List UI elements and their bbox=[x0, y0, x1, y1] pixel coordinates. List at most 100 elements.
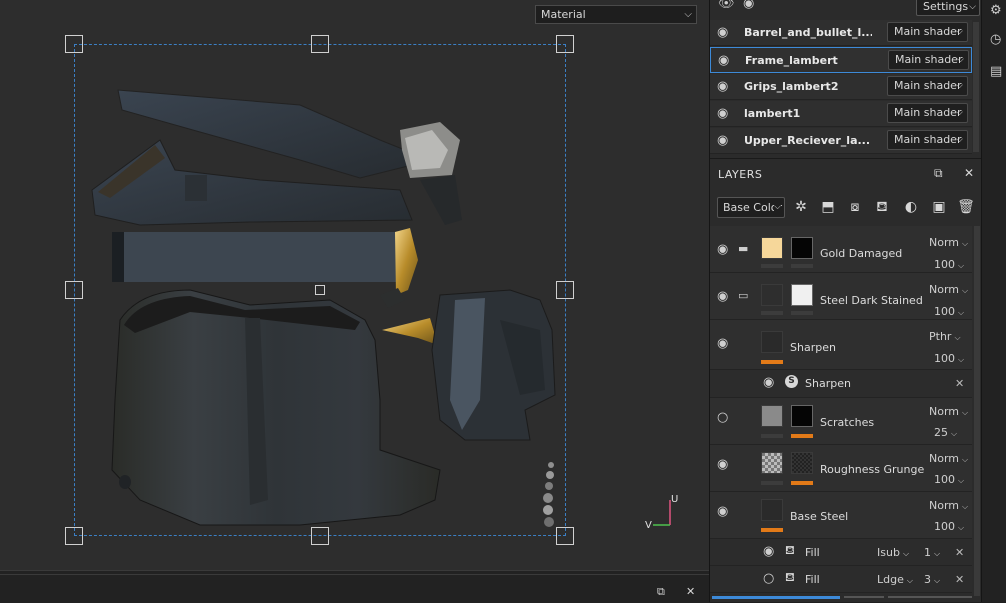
eye-icon[interactable]: ◉ bbox=[717, 242, 728, 257]
blend-mode-select[interactable]: Pthr ⌵ bbox=[929, 330, 961, 343]
mask-thumbnail[interactable] bbox=[791, 237, 813, 259]
eye-icon[interactable]: ◉ bbox=[718, 53, 729, 68]
settings-dropdown[interactable]: Settings ⌵ bbox=[916, 0, 980, 16]
transform-handle[interactable] bbox=[311, 527, 329, 545]
opacity-field[interactable]: 3 ⌵ bbox=[924, 573, 940, 586]
mask-thumbnail[interactable] bbox=[791, 452, 813, 474]
scrollbar[interactable] bbox=[974, 226, 980, 596]
scrollbar[interactable] bbox=[973, 22, 979, 152]
transform-handle[interactable] bbox=[65, 35, 83, 53]
shader-select-value: Main shader bbox=[894, 25, 962, 38]
chevron-down-icon: ⌵ bbox=[902, 549, 910, 558]
eye-icon[interactable]: ◉ bbox=[717, 289, 728, 304]
blend-mode-select[interactable]: Norm ⌵ bbox=[929, 283, 968, 296]
eye-settings-icon[interactable]: 👁 bbox=[718, 0, 735, 11]
transform-handle[interactable] bbox=[556, 527, 574, 545]
add-folder-icon[interactable]: ▣ bbox=[929, 198, 949, 216]
shader-select[interactable]: Main shader ⌵ bbox=[888, 50, 969, 70]
display-settings-icon[interactable]: ⚙ bbox=[990, 3, 1002, 18]
blend-mode-select[interactable]: Norm ⌵ bbox=[929, 236, 968, 249]
opacity-field[interactable]: 100 ⌵ bbox=[934, 305, 964, 318]
chevron-down-icon: ⌵ bbox=[958, 476, 965, 485]
eye-icon[interactable]: ◉ bbox=[743, 0, 754, 11]
blend-mode-select[interactable]: Isub ⌵ bbox=[877, 546, 909, 559]
texture-set-row[interactable]: ◉ Frame_lambert Main shader ⌵ bbox=[710, 47, 972, 73]
effect-row[interactable]: ◉ S Sharpen ✕ bbox=[710, 370, 972, 398]
eye-icon[interactable]: ◉ bbox=[717, 133, 728, 148]
close-icon[interactable]: ✕ bbox=[955, 573, 964, 586]
transform-center-handle[interactable] bbox=[315, 285, 325, 295]
mask-thumbnail[interactable] bbox=[791, 284, 813, 306]
texture-set-row[interactable]: ◉ Upper_Reciever_la... Main shader ⌵ bbox=[710, 128, 972, 154]
trash-icon[interactable]: 🗑 bbox=[956, 198, 976, 216]
shader-select[interactable]: Main shader ⌵ bbox=[887, 103, 968, 123]
effect-row[interactable]: ○ ⛾ Fill Ldge ⌵ 3 ⌵ ✕ bbox=[710, 566, 972, 593]
opacity-field[interactable]: 100 ⌵ bbox=[934, 258, 964, 271]
opacity-value: 100 bbox=[934, 305, 955, 318]
uv-viewport[interactable]: Material ⌵ U V bbox=[0, 0, 709, 570]
eye-icon[interactable]: ◉ bbox=[763, 544, 774, 559]
transform-handle[interactable] bbox=[65, 527, 83, 545]
eye-icon[interactable]: ◉ bbox=[717, 106, 728, 121]
eye-hidden-icon[interactable]: ○ bbox=[763, 571, 774, 586]
close-icon[interactable]: ✕ bbox=[686, 585, 695, 598]
thumbnail-bar bbox=[761, 360, 783, 364]
close-icon[interactable]: ✕ bbox=[955, 377, 964, 390]
blend-mode-select[interactable]: Norm ⌵ bbox=[929, 405, 968, 418]
blend-mode-select[interactable]: Norm ⌵ bbox=[929, 499, 968, 512]
transform-handle[interactable] bbox=[556, 281, 574, 299]
chevron-down-icon: ⌵ bbox=[969, 2, 976, 12]
shader-select[interactable]: Main shader ⌵ bbox=[887, 76, 968, 96]
texture-set-row[interactable]: ◉ Barrel_and_bullet_l... Main shader ⌵ bbox=[710, 20, 972, 46]
opacity-field[interactable]: 100 ⌵ bbox=[934, 473, 964, 486]
undock-icon[interactable]: ⧉ bbox=[934, 166, 943, 181]
history-icon[interactable]: ◷ bbox=[990, 32, 1001, 47]
eye-icon[interactable]: ◉ bbox=[717, 79, 728, 94]
layer-thumbnail bbox=[761, 452, 783, 474]
layer-row[interactable]: ◉ Base Steel Norm ⌵ 100 ⌵ bbox=[710, 492, 972, 539]
maximize-icon[interactable]: ⧉ bbox=[657, 585, 665, 599]
tab-indicator bbox=[888, 596, 972, 598]
channel-select[interactable]: Base Color ⌵ bbox=[717, 197, 785, 218]
add-layer-icon[interactable]: ⧇ bbox=[845, 198, 865, 216]
eye-icon[interactable]: ◉ bbox=[717, 504, 728, 519]
texture-set-row[interactable]: ◉ Grips_lambert2 Main shader ⌵ bbox=[710, 74, 972, 100]
eye-icon[interactable]: ◉ bbox=[717, 25, 728, 40]
texture-set-row[interactable]: ◉ lambert1 Main shader ⌵ bbox=[710, 101, 972, 127]
layer-row[interactable]: ○ Scratches Norm ⌵ 25 ⌵ bbox=[710, 398, 972, 445]
layer-thumbnail bbox=[761, 331, 783, 353]
thumbnail-bar bbox=[761, 481, 783, 485]
layer-row[interactable]: ◉ Roughness Grunge Norm ⌵ 100 ⌵ bbox=[710, 445, 972, 492]
shader-select[interactable]: Main shader ⌵ bbox=[887, 130, 968, 150]
layer-name: Base Steel bbox=[790, 510, 849, 523]
close-icon[interactable]: ✕ bbox=[955, 546, 964, 559]
opacity-field[interactable]: 25 ⌵ bbox=[934, 426, 957, 439]
transform-handle[interactable] bbox=[311, 35, 329, 53]
eye-icon[interactable]: ◉ bbox=[717, 457, 728, 472]
eye-icon[interactable]: ◉ bbox=[717, 336, 728, 351]
add-effect-icon[interactable]: ⬒ bbox=[818, 198, 838, 216]
eye-hidden-icon[interactable]: ○ bbox=[717, 410, 728, 425]
add-fill-layer-icon[interactable]: ⛾ bbox=[872, 198, 892, 216]
eye-icon[interactable]: ◉ bbox=[763, 375, 774, 390]
shader-select[interactable]: Main shader ⌵ bbox=[887, 22, 968, 42]
right-panel: 👁 ◉ Settings ⌵ ◉ Barrel_and_bullet_l... … bbox=[709, 0, 982, 602]
effect-row[interactable]: ◉ ⛾ Fill Isub ⌵ 1 ⌵ ✕ bbox=[710, 539, 972, 566]
opacity-field[interactable]: 1 ⌵ bbox=[924, 546, 940, 559]
close-icon[interactable]: ✕ bbox=[964, 166, 974, 180]
magic-wand-icon[interactable]: ✲ bbox=[791, 198, 811, 216]
log-icon[interactable]: ▤ bbox=[990, 64, 1002, 79]
layer-row[interactable]: ◉ ▭ Steel Dark Stained Norm ⌵ 100 ⌵ bbox=[710, 273, 972, 320]
layer-row[interactable]: ◉ ▬ Gold Damaged Norm ⌵ 100 ⌵ bbox=[710, 226, 972, 273]
blend-mode-select[interactable]: Norm ⌵ bbox=[929, 452, 968, 465]
layer-name: Sharpen bbox=[790, 341, 836, 354]
add-mask-icon[interactable]: ◐ bbox=[901, 198, 921, 216]
transform-handle[interactable] bbox=[65, 281, 83, 299]
mask-thumbnail[interactable] bbox=[791, 405, 813, 427]
blend-mode-select[interactable]: Ldge ⌵ bbox=[877, 573, 913, 586]
opacity-field[interactable]: 100 ⌵ bbox=[934, 352, 964, 365]
transform-handle[interactable] bbox=[556, 35, 574, 53]
layer-row[interactable]: ◉ Sharpen Pthr ⌵ 100 ⌵ bbox=[710, 320, 972, 370]
material-select[interactable]: Material ⌵ bbox=[535, 5, 697, 24]
opacity-field[interactable]: 100 ⌵ bbox=[934, 520, 964, 533]
